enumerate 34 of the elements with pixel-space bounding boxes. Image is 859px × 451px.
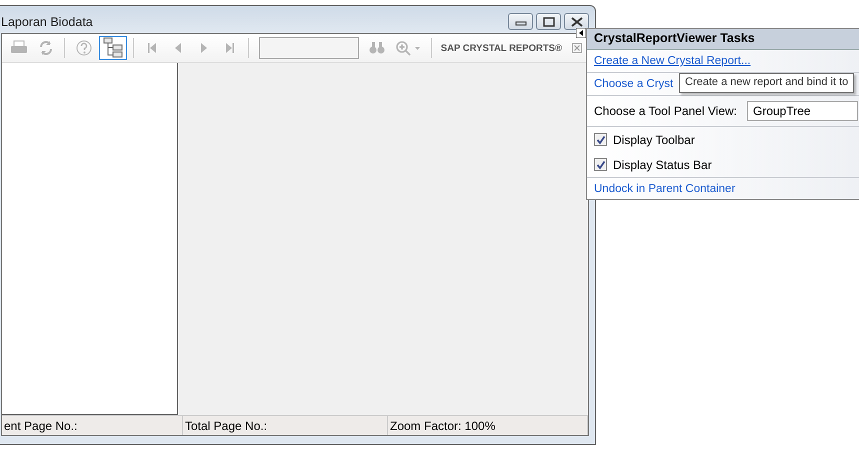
- task-link[interactable]: Undock in Parent Container: [594, 183, 736, 195]
- checkbox-label: Display Status Bar: [613, 158, 712, 172]
- checkbox[interactable]: [594, 158, 607, 171]
- maximize-icon: [542, 16, 554, 26]
- next-icon: [199, 42, 209, 54]
- tool-panel-dropdown[interactable]: GroupTree: [747, 101, 858, 121]
- printer-icon: [10, 40, 28, 56]
- close-icon: [570, 16, 582, 26]
- task-link[interactable]: Choose a Cryst: [594, 78, 674, 90]
- panel-title: CrystalReportViewer Tasks: [587, 29, 859, 50]
- help-icon: [75, 39, 93, 57]
- tooltip: Create a new report and bind it to: [679, 73, 854, 93]
- group-tree-button[interactable]: [99, 36, 127, 60]
- smart-tag-icon[interactable]: [576, 28, 586, 38]
- close-icon[interactable]: [572, 43, 582, 53]
- task-link[interactable]: Create a New Crystal Report...: [594, 55, 751, 67]
- status-text: Zoom Factor: 100%: [388, 416, 588, 435]
- checkbox[interactable]: [594, 133, 607, 146]
- status-text: Total Page No.:: [183, 416, 388, 435]
- window-title: Laporan Biodata: [1, 14, 93, 28]
- tree-icon: [103, 37, 123, 59]
- field-label: Choose a Tool Panel View:: [594, 104, 737, 118]
- close-button[interactable]: [564, 13, 589, 30]
- checkbox-label: Display Toolbar: [613, 132, 695, 146]
- zoom-icon: [395, 40, 421, 56]
- minimize-button[interactable]: [508, 13, 533, 30]
- refresh-icon: [38, 40, 54, 56]
- binoculars-icon: [369, 41, 385, 55]
- status-text: ent Page No.:: [2, 416, 183, 435]
- maximize-button[interactable]: [536, 13, 561, 30]
- first-page-icon: [147, 42, 157, 54]
- previous-icon: [173, 42, 183, 54]
- brand-label: SAP CRYSTAL REPORTS®: [440, 42, 562, 54]
- last-page-icon: [225, 42, 235, 54]
